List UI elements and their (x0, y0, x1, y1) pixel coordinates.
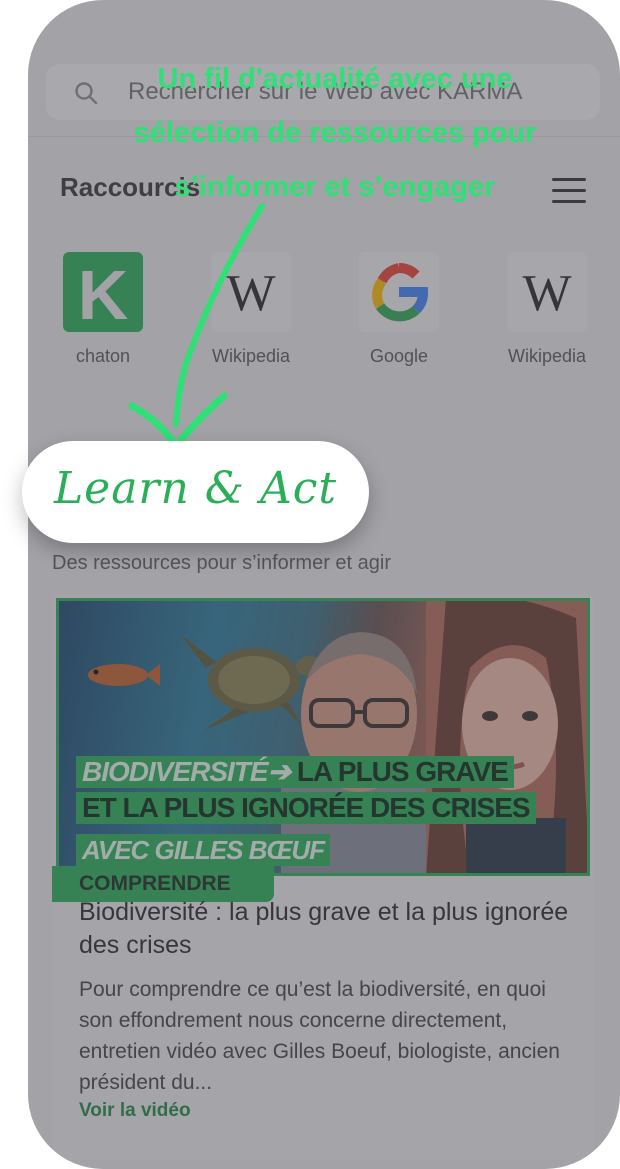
wikipedia-w-icon: W (507, 252, 587, 332)
shortcut-label: Google (369, 346, 429, 366)
annotation-line: Un fil d'actualité avec une (157, 63, 513, 95)
card-title[interactable]: Biodiversité : la plus grave et la plus … (79, 896, 569, 962)
feed-subtitle: Des ressources pour s’informer et agir (52, 552, 392, 574)
thumb-border (56, 598, 590, 876)
annotation-line: sélection de ressources pour (133, 117, 537, 149)
learn-act-badge: Learn & Act (22, 441, 369, 543)
learn-act-label: Learn & Act (53, 463, 338, 514)
video-thumbnail[interactable]: BIODIVERSITÉ➔ LA PLUS GRAVE ET LA PLUS I… (56, 598, 590, 876)
shortcut-label: Wikipedia (507, 346, 587, 366)
shortcut-wikipedia-2[interactable]: W Wikipedia (492, 252, 602, 367)
feed-card[interactable]: BIODIVERSITÉ➔ LA PLUS GRAVE ET LA PLUS I… (52, 594, 594, 1160)
google-g-icon (359, 252, 439, 332)
hand-drawn-arrow-icon (128, 203, 265, 450)
annotation-caption: Un fil d'actualité avec une sélection de… (80, 52, 590, 214)
shortcut-google[interactable]: Google (344, 252, 454, 367)
watch-video-link[interactable]: Voir la vidéo (79, 1100, 191, 1122)
card-description: Pour comprendre ce qu’est la biodiversit… (79, 978, 560, 1094)
